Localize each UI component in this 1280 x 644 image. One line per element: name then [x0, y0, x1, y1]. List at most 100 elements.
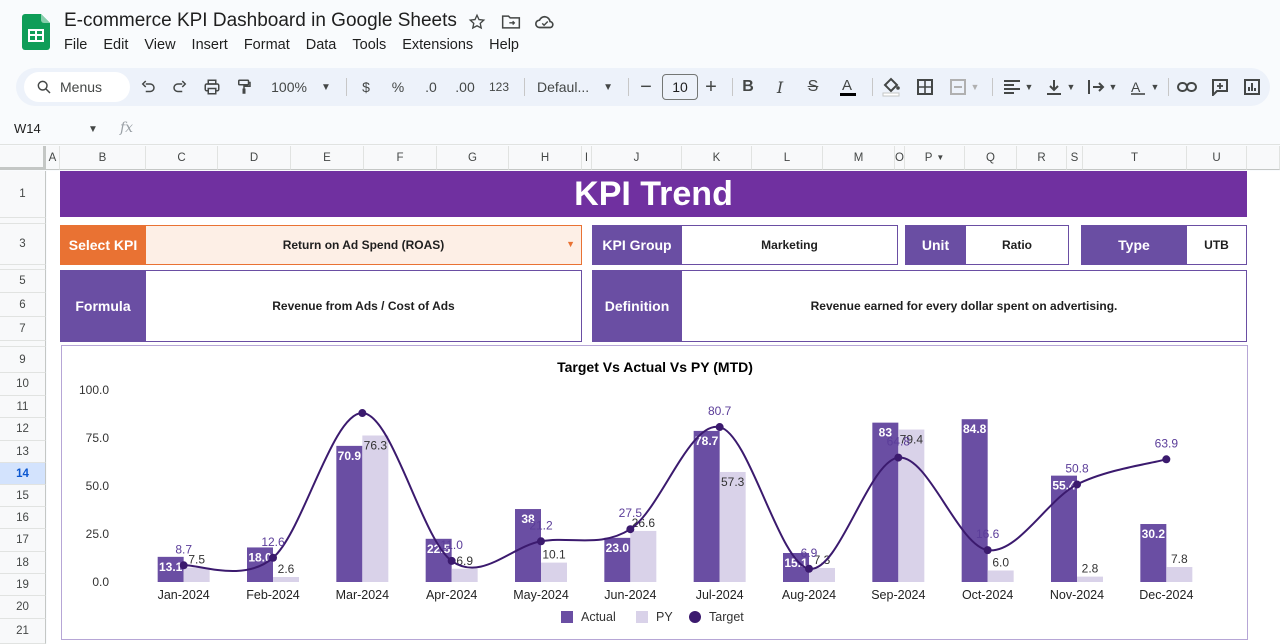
- py-bar[interactable]: [898, 429, 925, 582]
- column-header-j[interactable]: J: [592, 146, 682, 170]
- increase-decimal-button[interactable]: .00: [450, 68, 480, 106]
- text-rotation-icon[interactable]: A ▼: [1126, 68, 1162, 106]
- row-header-5[interactable]: 5: [0, 270, 46, 293]
- column-header-a[interactable]: A: [46, 146, 60, 170]
- row-header-20[interactable]: 20: [0, 596, 46, 619]
- row-header-17[interactable]: 17: [0, 529, 46, 552]
- target-point[interactable]: [983, 546, 992, 555]
- star-icon[interactable]: [466, 11, 488, 33]
- row-header-7[interactable]: 7: [0, 317, 46, 341]
- column-header-u[interactable]: U: [1187, 146, 1247, 170]
- borders-icon[interactable]: [914, 68, 936, 106]
- column-header-t[interactable]: T: [1083, 146, 1187, 170]
- decrease-decimal-button[interactable]: .0: [418, 68, 444, 106]
- column-header-r[interactable]: R: [1017, 146, 1067, 170]
- row-header-1[interactable]: 1: [0, 171, 46, 218]
- select-kpi-dropdown[interactable]: Return on Ad Spend (ROAS) ▼: [146, 226, 581, 264]
- target-point[interactable]: [537, 537, 545, 546]
- text-wrapping-icon[interactable]: ▼: [1084, 68, 1120, 106]
- menu-data[interactable]: Data: [306, 37, 337, 53]
- actual-bar[interactable]: [961, 419, 988, 582]
- italic-icon[interactable]: I: [770, 68, 790, 106]
- row-header-14[interactable]: 14: [0, 463, 46, 485]
- target-point[interactable]: [805, 564, 813, 573]
- menu-insert[interactable]: Insert: [192, 37, 228, 53]
- py-bar[interactable]: [987, 570, 1014, 582]
- menu-file[interactable]: File: [64, 37, 87, 53]
- legend-label-actual[interactable]: Actual: [581, 610, 616, 624]
- target-point[interactable]: [179, 561, 188, 570]
- column-header-b[interactable]: B: [60, 146, 146, 170]
- column-header-blank[interactable]: [1247, 146, 1280, 170]
- column-header-s[interactable]: S: [1067, 146, 1083, 170]
- insert-chart-icon[interactable]: [1240, 68, 1264, 106]
- column-header-i[interactable]: I: [582, 146, 592, 170]
- py-bar[interactable]: [809, 567, 835, 582]
- print-icon[interactable]: [200, 68, 224, 106]
- column-header-p[interactable]: P ▼: [905, 146, 965, 170]
- menu-edit[interactable]: Edit: [103, 37, 128, 53]
- target-point[interactable]: [1162, 455, 1171, 464]
- font-size-input[interactable]: 10: [662, 74, 698, 100]
- column-header-c[interactable]: C: [146, 146, 218, 170]
- py-bar[interactable]: [630, 530, 657, 582]
- row-header-10[interactable]: 10: [0, 373, 46, 396]
- strikethrough-icon[interactable]: S: [802, 68, 824, 106]
- select-all-corner[interactable]: [0, 146, 46, 170]
- target-point[interactable]: [447, 556, 456, 565]
- column-header-k[interactable]: K: [682, 146, 752, 170]
- column-header-d[interactable]: D: [218, 146, 291, 170]
- row-header-18[interactable]: 18: [0, 552, 46, 574]
- row-header-19[interactable]: 19: [0, 574, 46, 596]
- column-header-l[interactable]: L: [752, 146, 823, 170]
- filter-chevron-icon[interactable]: ▼: [936, 153, 944, 162]
- py-bar[interactable]: [1166, 567, 1193, 582]
- actual-bar[interactable]: [336, 445, 363, 582]
- py-bar[interactable]: [273, 577, 299, 582]
- sheets-logo-icon[interactable]: [22, 14, 50, 50]
- vertical-align-icon[interactable]: ▼: [1042, 68, 1078, 106]
- paint-format-icon[interactable]: [232, 68, 256, 106]
- target-point[interactable]: [269, 553, 277, 562]
- menu-view[interactable]: View: [144, 37, 175, 53]
- target-point[interactable]: [358, 409, 367, 418]
- menu-tools[interactable]: Tools: [352, 37, 386, 53]
- text-color-icon[interactable]: A: [836, 68, 860, 106]
- undo-icon[interactable]: [136, 68, 160, 106]
- currency-format-button[interactable]: $: [356, 68, 376, 106]
- row-header-11[interactable]: 11: [0, 396, 46, 418]
- insert-link-icon[interactable]: [1174, 68, 1200, 106]
- row-header-16[interactable]: 16: [0, 507, 46, 529]
- actual-bar[interactable]: [693, 430, 720, 582]
- py-bar[interactable]: [451, 568, 478, 582]
- target-point[interactable]: [626, 525, 635, 534]
- py-bar[interactable]: [183, 567, 210, 582]
- row-header-3[interactable]: 3: [0, 224, 46, 265]
- move-folder-icon[interactable]: [500, 11, 522, 33]
- legend-label-py[interactable]: PY: [656, 610, 673, 624]
- legend-label-target[interactable]: Target: [709, 610, 744, 624]
- row-header-12[interactable]: 12: [0, 418, 46, 441]
- search-menus-button[interactable]: Menus: [24, 72, 130, 102]
- more-formats-button[interactable]: 123: [484, 68, 514, 106]
- column-header-o[interactable]: O: [895, 146, 905, 170]
- horizontal-align-icon[interactable]: ▼: [1000, 68, 1036, 106]
- cloud-status-icon[interactable]: [534, 11, 556, 33]
- py-bar[interactable]: [541, 562, 567, 582]
- name-box[interactable]: W14: [14, 121, 41, 136]
- font-select[interactable]: Defaul... ▼: [530, 68, 620, 106]
- row-header-6[interactable]: 6: [0, 293, 46, 317]
- decrease-font-size-icon[interactable]: −: [636, 68, 656, 106]
- menu-help[interactable]: Help: [489, 37, 519, 53]
- bold-icon[interactable]: B: [738, 68, 758, 106]
- row-header-9[interactable]: 9: [0, 347, 46, 373]
- menu-format[interactable]: Format: [244, 37, 290, 53]
- percent-format-button[interactable]: %: [388, 68, 408, 106]
- insert-comment-icon[interactable]: [1208, 68, 1232, 106]
- row-header-21[interactable]: 21: [0, 619, 46, 644]
- target-point[interactable]: [894, 453, 903, 462]
- fill-color-icon[interactable]: [878, 68, 904, 106]
- merge-cells-icon[interactable]: ▼: [946, 68, 982, 106]
- zoom-select[interactable]: 100% ▼: [266, 68, 336, 106]
- column-header-q[interactable]: Q: [965, 146, 1017, 170]
